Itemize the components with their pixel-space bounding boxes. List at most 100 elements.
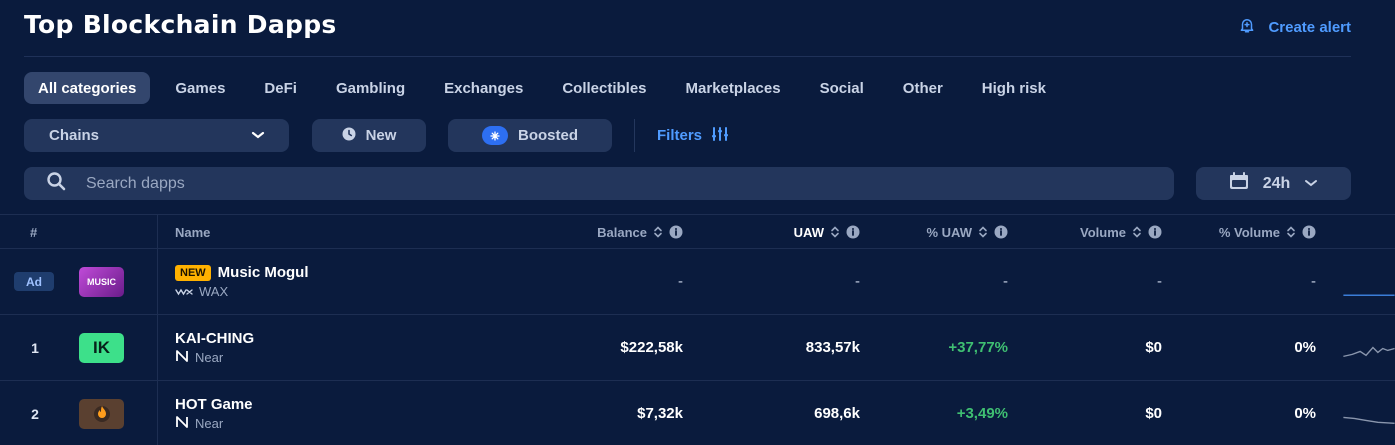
tab-social[interactable]: Social xyxy=(806,72,878,104)
chain-label: Near xyxy=(175,350,223,365)
chain-label: WAX xyxy=(175,284,228,299)
volume-cell: $0 xyxy=(1145,339,1162,356)
dapp-name-text: KAI-CHING xyxy=(175,330,255,347)
new-filter-button[interactable]: New xyxy=(312,119,426,152)
header-divider xyxy=(24,56,1351,57)
table-row[interactable]: 2 HOT Game Near $7,32k 698,6k +3,49% $0 … xyxy=(0,381,1395,445)
chains-dropdown-label: Chains xyxy=(49,127,100,144)
tab-exchanges[interactable]: Exchanges xyxy=(430,72,537,104)
sparkline xyxy=(1343,294,1395,297)
filters-label: Filters xyxy=(657,127,703,144)
pct-volume-cell: 0% xyxy=(1294,405,1316,422)
filter-divider xyxy=(634,119,635,152)
header-balance-label: Balance xyxy=(597,224,647,240)
chain-name: Near xyxy=(195,350,224,365)
tab-games[interactable]: Games xyxy=(161,72,239,104)
name-cell: HOT Game Near xyxy=(175,381,253,445)
time-range-label: 24h xyxy=(1262,174,1291,192)
header-uaw[interactable]: UAW xyxy=(794,215,860,249)
chains-dropdown[interactable]: Chains xyxy=(24,119,289,152)
category-tabs: All categories Games DeFi Gambling Excha… xyxy=(24,72,1071,104)
balance-cell: $7,32k xyxy=(637,405,683,422)
bell-plus-icon xyxy=(1238,16,1256,38)
rank-cell: 1 xyxy=(31,339,39,356)
header-pct-volume-label: % Volume xyxy=(1218,224,1280,240)
info-icon[interactable] xyxy=(669,225,683,239)
header-volume[interactable]: Volume xyxy=(1080,215,1162,249)
dapp-name[interactable]: NEW Music Mogul xyxy=(175,264,309,281)
boost-icon xyxy=(482,126,508,145)
info-icon[interactable] xyxy=(994,225,1008,239)
dapp-name[interactable]: KAI-CHING xyxy=(175,330,254,347)
volume-cell: $0 xyxy=(1145,405,1162,422)
tab-collectibles[interactable]: Collectibles xyxy=(548,72,660,104)
rank-cell: 2 xyxy=(31,405,39,422)
logo-text: IK xyxy=(93,337,110,357)
sort-icon xyxy=(1132,226,1142,238)
chain-name: Near xyxy=(195,416,224,431)
info-icon[interactable] xyxy=(1148,225,1162,239)
chain-name: WAX xyxy=(199,284,229,299)
filter-bar: Chains New Boosted Filters xyxy=(24,119,729,152)
near-icon xyxy=(175,416,189,431)
new-filter-label: New xyxy=(365,127,397,144)
header-volume-label: Volume xyxy=(1080,224,1126,240)
chain-label: Near xyxy=(175,416,223,431)
near-icon xyxy=(175,350,189,365)
wax-icon xyxy=(175,284,193,299)
tab-high-risk[interactable]: High risk xyxy=(968,72,1060,104)
header-pct-uaw[interactable]: % UAW xyxy=(927,215,1009,249)
calendar-icon xyxy=(1229,172,1249,195)
header-pct-uaw-label: % UAW xyxy=(926,224,973,240)
clock-icon xyxy=(342,127,356,145)
pct-volume-cell: - xyxy=(1311,273,1316,290)
name-cell: KAI-CHING Near xyxy=(175,315,254,380)
tab-marketplaces[interactable]: Marketplaces xyxy=(672,72,795,104)
sort-icon xyxy=(978,226,988,238)
dapp-name-text: Music Mogul xyxy=(217,264,309,281)
tab-gambling[interactable]: Gambling xyxy=(322,72,419,104)
boosted-filter-button[interactable]: Boosted xyxy=(448,119,612,152)
tab-other[interactable]: Other xyxy=(889,72,957,104)
info-icon[interactable] xyxy=(1302,225,1316,239)
chevron-down-icon xyxy=(251,127,265,144)
uaw-cell: 833,57k xyxy=(805,339,860,356)
pct-uaw-cell: +37,77% xyxy=(948,339,1008,356)
uaw-cell: - xyxy=(855,273,860,290)
info-icon[interactable] xyxy=(846,225,860,239)
balance-cell: $222,58k xyxy=(620,339,683,356)
pct-uaw-cell: +3,49% xyxy=(956,405,1008,422)
music-mogul-logo: MUSIC xyxy=(79,266,124,297)
new-badge: NEW xyxy=(175,264,211,281)
tab-defi[interactable]: DeFi xyxy=(250,72,311,104)
header-uaw-label: UAW xyxy=(793,224,824,240)
pct-volume-cell: 0% xyxy=(1294,339,1316,356)
dapp-logo-cell xyxy=(79,381,124,445)
header-rank-label: # xyxy=(30,224,38,240)
header-pct-volume[interactable]: % Volume xyxy=(1219,215,1316,249)
create-alert-button[interactable]: Create alert xyxy=(1238,16,1351,38)
header-balance[interactable]: Balance xyxy=(597,215,683,249)
hot-game-logo xyxy=(79,398,124,429)
dapp-name[interactable]: HOT Game xyxy=(175,396,253,413)
chevron-down-icon xyxy=(1304,175,1318,193)
search-input[interactable] xyxy=(86,174,986,193)
table-header: # Name Balance UAW % UAW Volume % Volume xyxy=(0,215,1395,249)
table-row[interactable]: Ad MUSIC NEW Music Mogul WAX - - - - - xyxy=(0,249,1395,315)
pct-uaw-cell: - xyxy=(1003,273,1008,290)
dapps-table: # Name Balance UAW % UAW Volume % Volume xyxy=(0,214,1395,445)
tab-all-categories[interactable]: All categories xyxy=(24,72,151,104)
logo-text: MUSIC xyxy=(87,276,116,287)
table-row[interactable]: 1 IK KAI-CHING Near $222,58k 833,57k +37… xyxy=(0,315,1395,381)
page-title: Top Blockchain Dapps xyxy=(24,10,337,39)
ad-badge: Ad xyxy=(14,272,54,291)
name-cell: NEW Music Mogul WAX xyxy=(175,249,309,314)
sparkline xyxy=(1343,416,1395,425)
dapp-logo-cell: MUSIC xyxy=(79,249,124,314)
rank-cell: Ad xyxy=(14,249,54,314)
filters-button[interactable]: Filters xyxy=(657,126,729,145)
boosted-filter-label: Boosted xyxy=(518,127,578,144)
create-alert-label: Create alert xyxy=(1268,18,1351,36)
time-range-dropdown[interactable]: 24h xyxy=(1196,167,1351,200)
search-bar xyxy=(24,167,1174,200)
